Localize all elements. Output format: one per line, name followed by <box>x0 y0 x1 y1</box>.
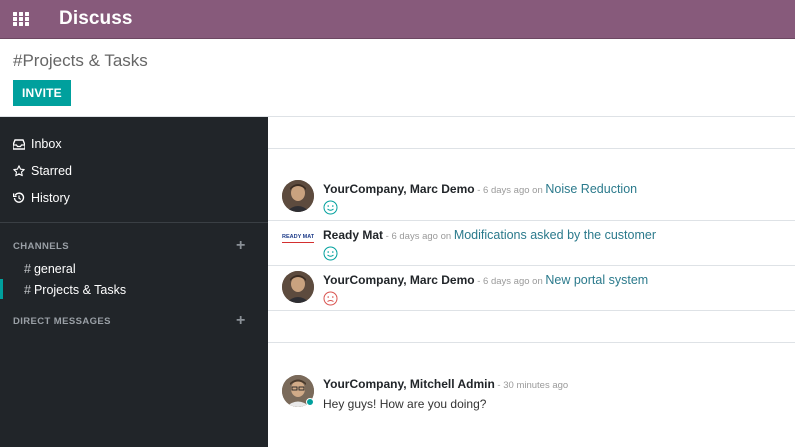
invite-button[interactable]: INVITE <box>13 80 71 106</box>
author-name[interactable]: Ready Mat <box>323 228 383 242</box>
hash-icon: # <box>24 283 31 297</box>
active-channel-indicator <box>0 279 3 299</box>
history-icon <box>13 192 25 204</box>
sidebar-item-inbox[interactable]: Inbox <box>13 134 62 154</box>
message-author: YourCompany, Marc Demo - 6 days ago on N… <box>323 273 648 287</box>
channels-section-title: CHANNELS <box>13 241 69 252</box>
message-item: YourCompany, Mitchell Admin - 30 minutes… <box>268 367 795 417</box>
inbox-icon <box>13 138 25 150</box>
sidebar-channel-projects-tasks[interactable]: # Projects & Tasks <box>24 281 126 299</box>
page-title: #Projects & Tasks <box>13 51 148 70</box>
message-timestamp: - 6 days ago on <box>474 276 546 287</box>
message-thread: YourCompany, Marc Demo - 6 days ago on N… <box>268 117 795 447</box>
thread-separator <box>268 342 795 343</box>
smile-icon <box>323 200 338 215</box>
author-name[interactable]: YourCompany, Marc Demo <box>323 182 475 196</box>
sidebar-item-label: Starred <box>31 164 72 178</box>
message-timestamp: - 6 days ago on <box>474 185 546 196</box>
sidebar-item-label: Inbox <box>31 137 62 151</box>
top-navbar: Discuss <box>0 0 795 39</box>
sidebar: Inbox Starred History CHANNELS + # gener… <box>0 117 268 447</box>
author-name[interactable]: YourCompany, Mitchell Admin <box>323 377 495 391</box>
ready-mat-logo[interactable]: READY MAT <box>282 233 314 243</box>
online-status-icon <box>306 398 314 406</box>
author-name[interactable]: YourCompany, Marc Demo <box>323 273 475 287</box>
star-icon <box>13 165 25 177</box>
channel-label: Projects & Tasks <box>33 283 127 297</box>
message-timestamp: - 6 days ago on <box>383 231 454 242</box>
sidebar-item-starred[interactable]: Starred <box>13 161 72 181</box>
record-link[interactable]: Noise Reduction <box>545 182 637 196</box>
message-author: Ready Mat - 6 days ago on Modifications … <box>323 228 656 242</box>
app-title: Discuss <box>59 8 133 29</box>
channel-label: general <box>33 262 76 276</box>
message-item: READY MAT Ready Mat - 6 days ago on Modi… <box>268 220 795 265</box>
add-direct-message-plus-icon[interactable]: + <box>236 313 245 329</box>
direct-messages-section-title: DIRECT MESSAGES <box>13 316 111 327</box>
message-item: YourCompany, Marc Demo - 6 days ago on N… <box>268 265 795 310</box>
smile-icon <box>323 246 338 261</box>
record-link[interactable]: Modifications asked by the customer <box>454 228 656 242</box>
message-author: YourCompany, Mitchell Admin - 30 minutes… <box>323 377 568 391</box>
sidebar-divider <box>0 222 268 223</box>
message-timestamp: - 30 minutes ago <box>494 380 569 391</box>
message-item: YourCompany, Marc Demo - 6 days ago on N… <box>268 172 795 220</box>
avatar[interactable] <box>282 180 314 212</box>
frown-icon <box>323 291 338 306</box>
message-separator <box>268 310 795 311</box>
sidebar-item-label: History <box>31 191 70 205</box>
hash-icon: # <box>24 262 31 276</box>
record-link[interactable]: New portal system <box>545 273 648 287</box>
message-body: Hey guys! How are you doing? <box>323 397 487 411</box>
message-author: YourCompany, Marc Demo - 6 days ago on N… <box>323 182 637 196</box>
thread-separator <box>268 148 795 149</box>
sidebar-channel-general[interactable]: # general <box>24 260 76 278</box>
apps-grid-icon[interactable] <box>13 12 31 26</box>
control-panel: #Projects & Tasks INVITE <box>0 39 795 117</box>
avatar[interactable] <box>282 271 314 303</box>
add-channel-plus-icon[interactable]: + <box>236 238 245 254</box>
sidebar-item-history[interactable]: History <box>13 188 70 208</box>
